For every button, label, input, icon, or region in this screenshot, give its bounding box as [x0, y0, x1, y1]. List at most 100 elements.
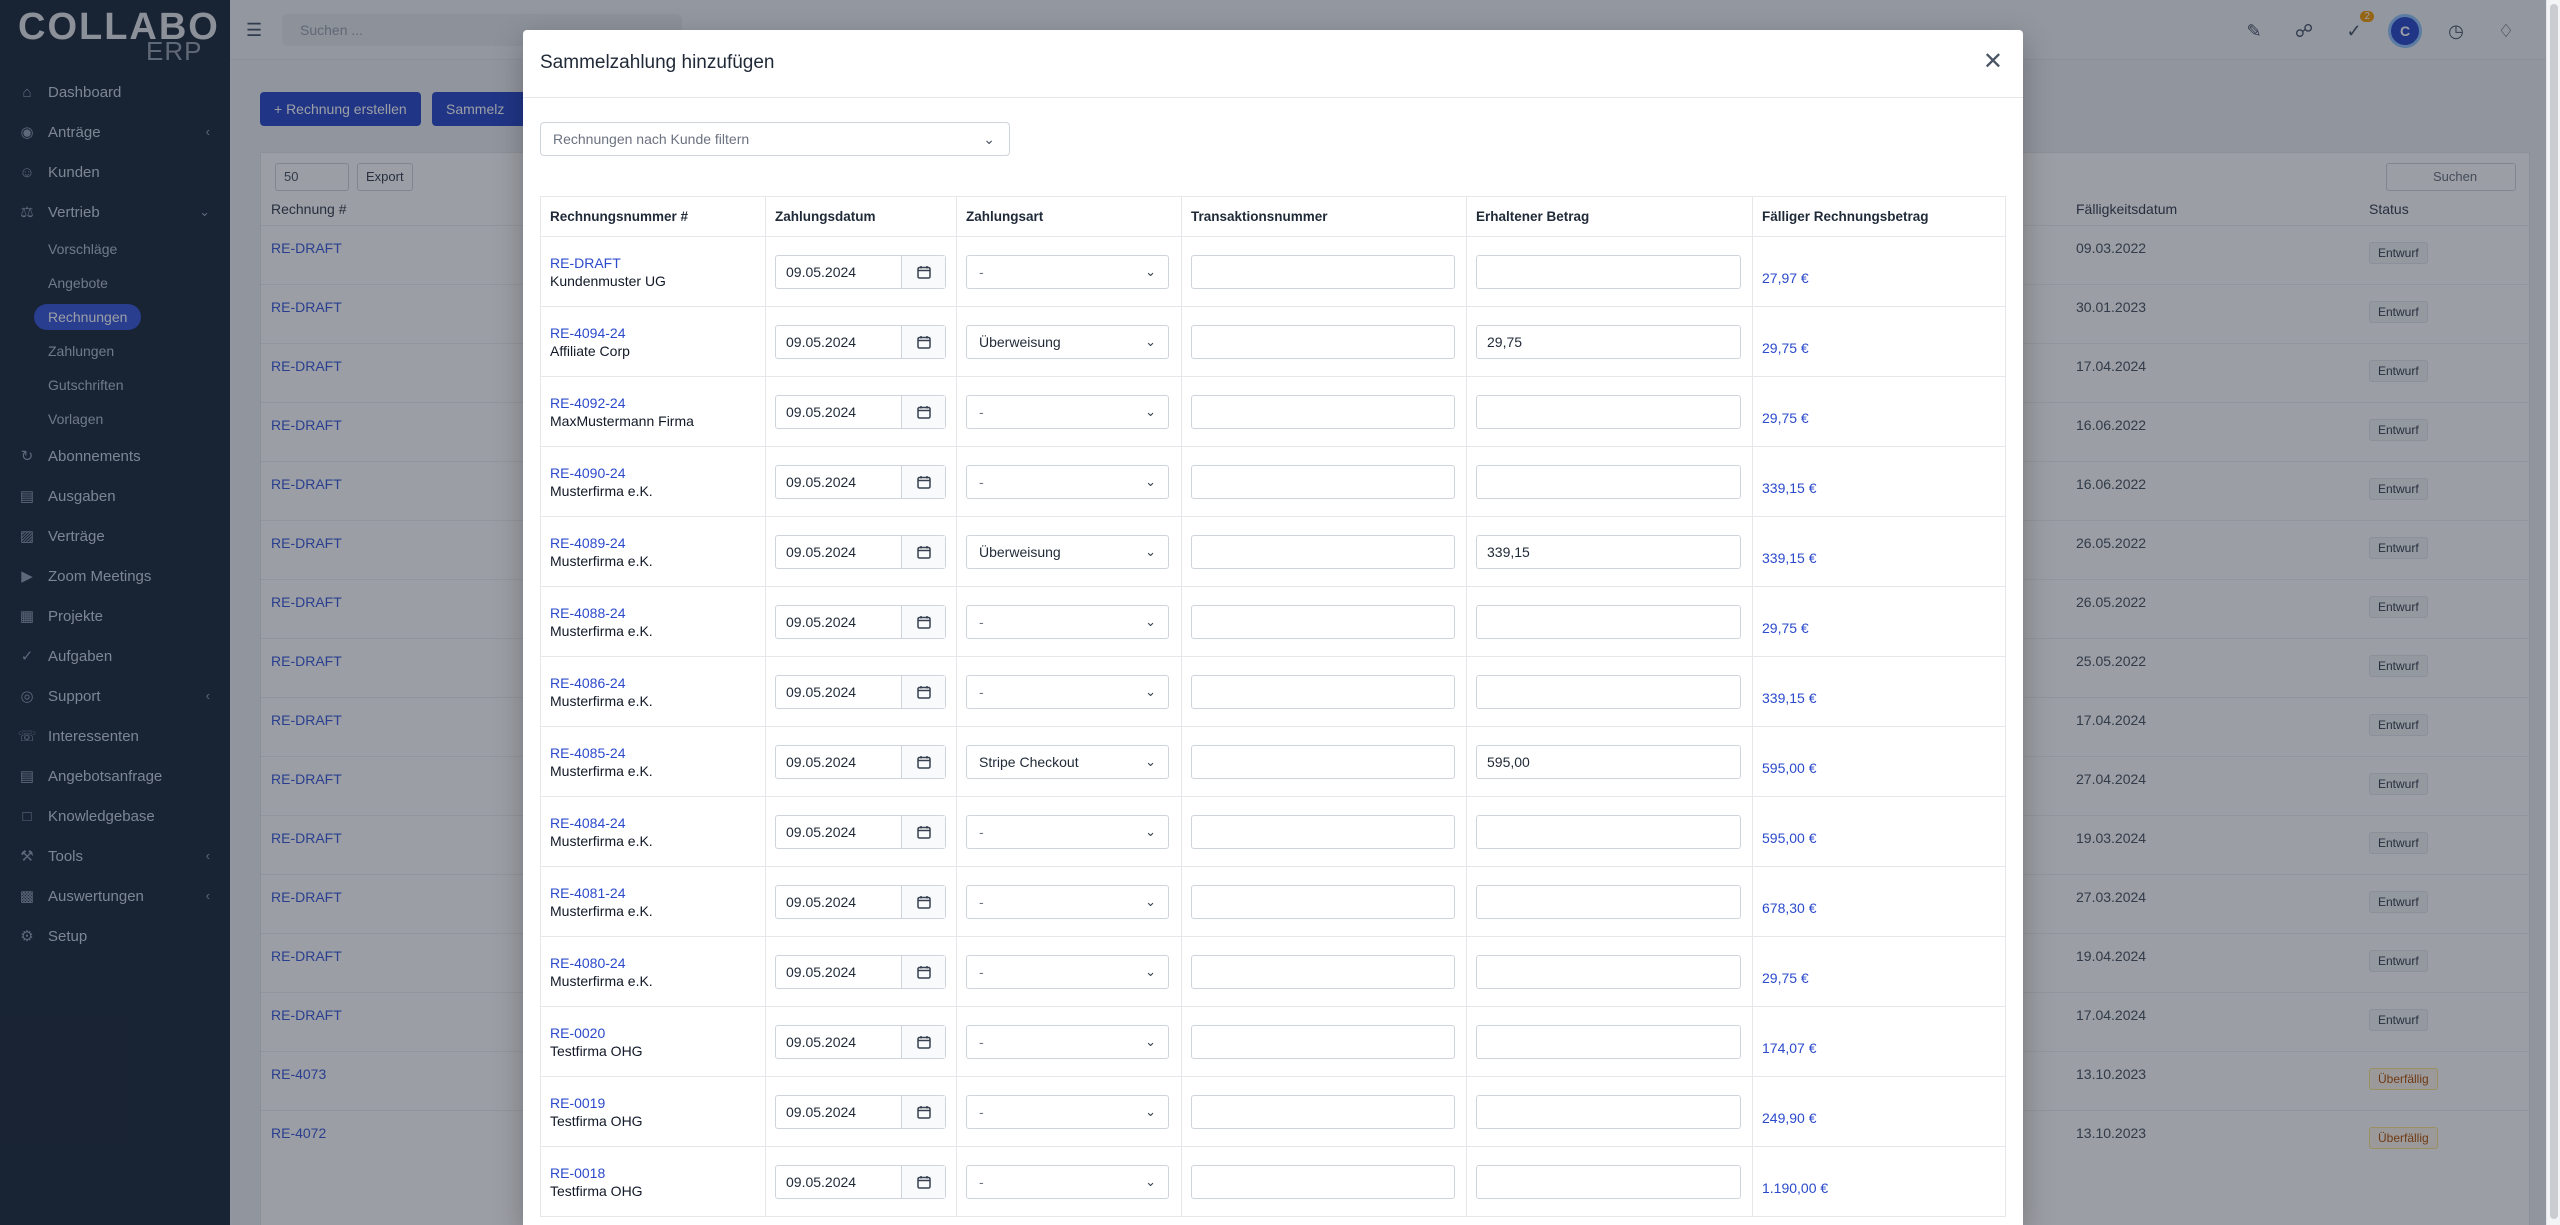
payment-method-select[interactable]: - ⌄ [966, 394, 1169, 429]
payment-method-value: - [979, 893, 984, 910]
calendar-icon[interactable] [901, 395, 945, 428]
invoice-number-link[interactable]: RE-4085-24 [550, 745, 765, 761]
payment-date-value: 09.05.2024 [786, 1103, 857, 1120]
calendar-icon[interactable] [901, 815, 945, 848]
received-amount-input[interactable] [1476, 464, 1741, 499]
received-amount-input[interactable] [1476, 394, 1741, 429]
payment-method-select[interactable]: - ⌄ [966, 1024, 1169, 1059]
transaction-id-input[interactable] [1191, 604, 1455, 639]
received-amount-input[interactable] [1476, 254, 1741, 289]
payment-date-input[interactable]: 09.05.2024 [775, 814, 946, 849]
due-amount: 29,75 € [1762, 619, 1809, 636]
payment-method-select[interactable]: - ⌄ [966, 954, 1169, 989]
calendar-icon[interactable] [901, 1025, 945, 1058]
payment-method-select[interactable]: - ⌄ [966, 464, 1169, 499]
calendar-icon[interactable] [901, 605, 945, 638]
payment-date-input[interactable]: 09.05.2024 [775, 1024, 946, 1059]
received-amount-input[interactable] [1476, 814, 1741, 849]
payment-date-input[interactable]: 09.05.2024 [775, 884, 946, 919]
transaction-id-input[interactable] [1191, 324, 1455, 359]
customer-name: Musterfirma e.K. [550, 832, 653, 849]
payment-date-input[interactable]: 09.05.2024 [775, 464, 946, 499]
calendar-icon[interactable] [901, 1165, 945, 1198]
calendar-icon[interactable] [901, 465, 945, 498]
chevron-down-icon: ⌄ [1145, 1173, 1156, 1189]
received-amount-input[interactable]: 339,15 [1476, 534, 1741, 569]
chevron-down-icon: ⌄ [1145, 753, 1156, 769]
payment-method-select[interactable]: - ⌄ [966, 1164, 1169, 1199]
transaction-id-input[interactable] [1191, 464, 1455, 499]
payment-method-select[interactable]: - ⌄ [966, 814, 1169, 849]
invoice-number-link[interactable]: RE-4089-24 [550, 535, 765, 551]
invoice-number-link[interactable]: RE-DRAFT [550, 255, 765, 271]
invoice-number-link[interactable]: RE-0020 [550, 1025, 765, 1041]
transaction-id-input[interactable] [1191, 534, 1455, 569]
transaction-id-input[interactable] [1191, 954, 1455, 989]
received-amount-input[interactable]: 595,00 [1476, 744, 1741, 779]
payment-method-select[interactable]: - ⌄ [966, 1094, 1169, 1129]
invoice-number-link[interactable]: RE-4081-24 [550, 885, 765, 901]
due-amount: 29,75 € [1762, 409, 1809, 426]
invoice-number-link[interactable]: RE-4084-24 [550, 815, 765, 831]
received-amount-input[interactable] [1476, 954, 1741, 989]
payment-method-select[interactable]: - ⌄ [966, 884, 1169, 919]
payment-date-input[interactable]: 09.05.2024 [775, 1164, 946, 1199]
invoice-number-link[interactable]: RE-4088-24 [550, 605, 765, 621]
close-icon[interactable]: ✕ [1983, 48, 2003, 76]
calendar-icon[interactable] [901, 535, 945, 568]
invoice-number-link[interactable]: RE-0019 [550, 1095, 765, 1111]
payment-method-select[interactable]: - ⌄ [966, 604, 1169, 639]
transaction-id-input[interactable] [1191, 814, 1455, 849]
payment-date-input[interactable]: 09.05.2024 [775, 744, 946, 779]
payment-date-input[interactable]: 09.05.2024 [775, 324, 946, 359]
received-amount-input[interactable] [1476, 1094, 1741, 1129]
transaction-id-input[interactable] [1191, 674, 1455, 709]
received-amount-input[interactable]: 29,75 [1476, 324, 1741, 359]
payment-date-input[interactable]: 09.05.2024 [775, 1094, 946, 1129]
invoice-number-link[interactable]: RE-4090-24 [550, 465, 765, 481]
payment-date-input[interactable]: 09.05.2024 [775, 394, 946, 429]
payment-date-input[interactable]: 09.05.2024 [775, 254, 946, 289]
received-amount-input[interactable] [1476, 1024, 1741, 1059]
calendar-icon[interactable] [901, 325, 945, 358]
payment-method-select[interactable]: - ⌄ [966, 674, 1169, 709]
transaction-cell [1181, 306, 1467, 377]
transaction-id-input[interactable] [1191, 254, 1455, 289]
received-amount-input[interactable] [1476, 674, 1741, 709]
payment-date-input[interactable]: 09.05.2024 [775, 954, 946, 989]
invoice-number-link[interactable]: RE-4094-24 [550, 325, 765, 341]
transaction-id-input[interactable] [1191, 1094, 1455, 1129]
invoice-number-link[interactable]: RE-4092-24 [550, 395, 765, 411]
payment-date-input[interactable]: 09.05.2024 [775, 674, 946, 709]
payment-method-select[interactable]: Überweisung ⌄ [966, 324, 1169, 359]
transaction-id-input[interactable] [1191, 744, 1455, 779]
received-amount-input[interactable] [1476, 884, 1741, 919]
calendar-icon[interactable] [901, 1095, 945, 1128]
received-amount-input[interactable] [1476, 1164, 1741, 1199]
payment-date-input[interactable]: 09.05.2024 [775, 604, 946, 639]
transaction-id-input[interactable] [1191, 394, 1455, 429]
transaction-id-input[interactable] [1191, 884, 1455, 919]
calendar-icon[interactable] [901, 675, 945, 708]
calendar-icon[interactable] [901, 255, 945, 288]
calendar-icon[interactable] [901, 885, 945, 918]
calendar-icon[interactable] [901, 955, 945, 988]
payment-method-select[interactable]: Überweisung ⌄ [966, 534, 1169, 569]
invoice-number-link[interactable]: RE-4080-24 [550, 955, 765, 971]
payment-date-input[interactable]: 09.05.2024 [775, 534, 946, 569]
page-scrollbar[interactable] [2546, 0, 2560, 1225]
calendar-icon[interactable] [901, 745, 945, 778]
due-amount-cell: 678,30 € [1752, 866, 2006, 937]
payment-method-select[interactable]: Stripe Checkout ⌄ [966, 744, 1169, 779]
payment-method-select[interactable]: - ⌄ [966, 254, 1169, 289]
due-amount-cell: 29,75 € [1752, 586, 2006, 657]
invoice-number-link[interactable]: RE-4086-24 [550, 675, 765, 691]
customer-filter-select[interactable]: Rechnungen nach Kunde filtern ⌄ [540, 122, 1010, 156]
invoice-number-link[interactable]: RE-0018 [550, 1165, 765, 1181]
received-amount-input[interactable] [1476, 604, 1741, 639]
payment-method-cell: Stripe Checkout ⌄ [956, 726, 1182, 797]
payment-method-value: - [979, 473, 984, 490]
transaction-id-input[interactable] [1191, 1164, 1455, 1199]
transaction-id-input[interactable] [1191, 1024, 1455, 1059]
scrollbar-thumb[interactable] [2550, 4, 2558, 1219]
